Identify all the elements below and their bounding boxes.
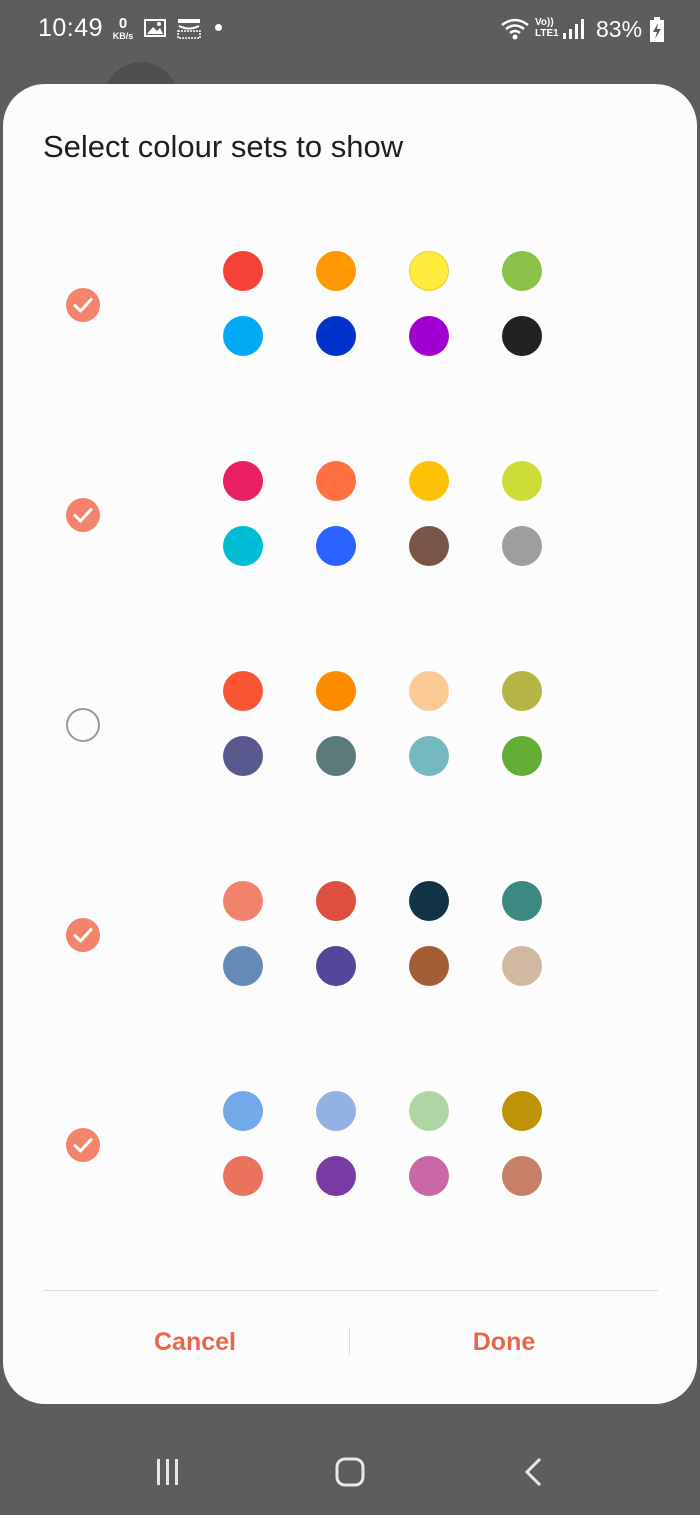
battery-percent: 83% (596, 16, 643, 42)
colour-swatch (502, 1156, 542, 1196)
colour-swatch (316, 1156, 356, 1196)
colour-swatch (316, 1091, 356, 1131)
colour-set-row[interactable] (3, 245, 697, 365)
colour-swatch (223, 251, 263, 291)
colour-swatch (223, 671, 263, 711)
colour-swatch (502, 1091, 542, 1131)
colour-swatch (502, 251, 542, 291)
gallery-icon (144, 19, 166, 42)
network-speed-unit: KB/s (112, 31, 134, 41)
colour-swatch (316, 251, 356, 291)
done-button[interactable]: Done (404, 1320, 604, 1364)
colour-swatch (409, 671, 449, 711)
colour-swatch (316, 526, 356, 566)
cancel-button[interactable]: Cancel (95, 1320, 295, 1364)
dialog-title: Select colour sets to show (43, 129, 404, 164)
colour-swatch (223, 461, 263, 501)
colour-swatch (223, 946, 263, 986)
lte-label: LTE1 (535, 28, 559, 39)
colour-swatch (316, 946, 356, 986)
colour-set-row[interactable] (3, 665, 697, 785)
colour-swatch (409, 881, 449, 921)
colour-swatch (316, 316, 356, 356)
unchecked-checkbox-icon[interactable] (66, 708, 100, 742)
recents-icon[interactable] (150, 1456, 186, 1493)
colour-swatch (409, 1156, 449, 1196)
home-icon[interactable] (332, 1454, 368, 1495)
colour-swatch (502, 946, 542, 986)
colour-swatch (223, 736, 263, 776)
back-icon[interactable] (518, 1456, 550, 1493)
dialog-divider (43, 1290, 658, 1291)
button-separator (349, 1327, 350, 1355)
colour-swatch (502, 671, 542, 711)
colour-swatch (502, 526, 542, 566)
colour-set-row[interactable] (3, 1085, 697, 1205)
status-bar: 10:49 0 KB/s Vo)) LTE1 83% (0, 0, 700, 62)
checked-checkbox-icon[interactable] (66, 288, 100, 322)
volte-label: Vo)) (535, 17, 554, 28)
colour-swatch (223, 526, 263, 566)
volte-indicator: Vo)) LTE1 (535, 17, 559, 39)
colour-swatch (316, 671, 356, 711)
colour-swatch (223, 1091, 263, 1131)
colour-swatch (409, 946, 449, 986)
colour-swatch (409, 461, 449, 501)
battery-charging-icon (649, 17, 665, 48)
colour-set-row[interactable] (3, 875, 697, 995)
checked-checkbox-icon[interactable] (66, 1128, 100, 1162)
colour-swatch (316, 736, 356, 776)
notification-dot-icon (215, 24, 222, 31)
colour-sets-dialog: Select colour sets to show Cancel Done (3, 84, 697, 1404)
network-speed-value: 0 (118, 15, 128, 32)
colour-swatch (409, 251, 449, 291)
navigation-bar (0, 1432, 700, 1515)
colour-swatch (502, 736, 542, 776)
colour-swatch (409, 1091, 449, 1131)
colour-swatch (502, 461, 542, 501)
colour-swatch (409, 526, 449, 566)
colour-swatch (223, 881, 263, 921)
colour-swatch (502, 316, 542, 356)
wifi-icon (500, 17, 530, 46)
network-speed-indicator: 0 KB/s (110, 16, 136, 41)
colour-swatch (316, 461, 356, 501)
checked-checkbox-icon[interactable] (66, 498, 100, 532)
colour-swatch (316, 881, 356, 921)
colour-swatch (223, 316, 263, 356)
colour-swatch (409, 736, 449, 776)
colour-swatch (409, 316, 449, 356)
checked-checkbox-icon[interactable] (66, 918, 100, 952)
amazon-icon (176, 18, 202, 45)
status-time: 10:49 (38, 14, 104, 42)
colour-swatch (502, 881, 542, 921)
signal-icon (562, 18, 584, 45)
colour-swatch (223, 1156, 263, 1196)
colour-set-row[interactable] (3, 455, 697, 575)
